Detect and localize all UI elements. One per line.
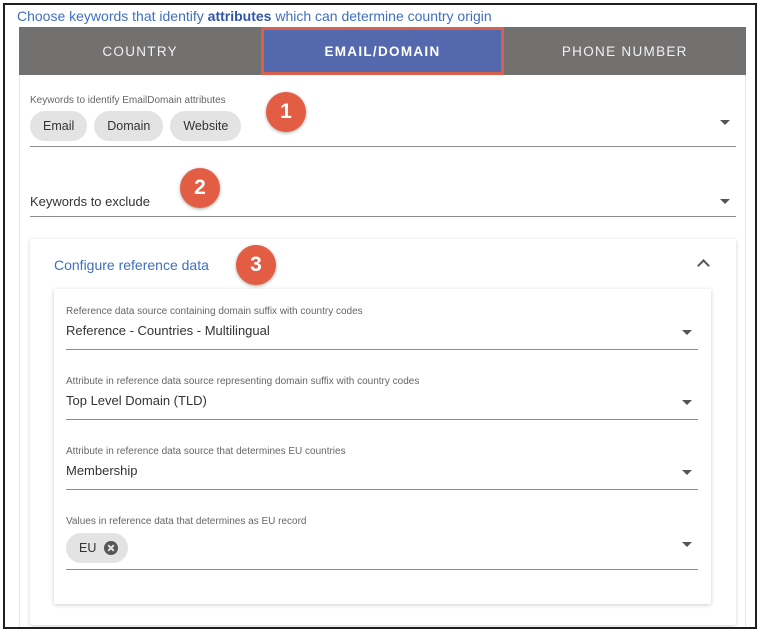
- chip-email[interactable]: Email: [30, 111, 88, 141]
- tab-bar: COUNTRY EMAIL/DOMAIN PHONE NUMBER: [19, 27, 746, 75]
- step-badge-1: 1: [266, 92, 306, 132]
- chevron-down-icon[interactable]: [682, 542, 692, 547]
- chip-eu[interactable]: EU: [66, 533, 129, 563]
- tab-email-domain[interactable]: EMAIL/DOMAIN: [261, 27, 504, 75]
- chip-eu-label: EU: [79, 541, 97, 555]
- step-badge-2: 2: [180, 168, 220, 208]
- eu-values-select[interactable]: Values in reference data that determines…: [66, 516, 698, 570]
- tab-phone-number[interactable]: PHONE NUMBER: [504, 27, 746, 75]
- chevron-up-icon[interactable]: [697, 259, 710, 272]
- app-frame: Choose keywords that identify attributes…: [3, 3, 757, 629]
- tab-country[interactable]: COUNTRY: [19, 27, 261, 75]
- exclude-select[interactable]: Keywords to exclude: [30, 175, 736, 217]
- eu-attribute-value: Membership: [66, 463, 138, 478]
- close-icon[interactable]: [104, 541, 119, 555]
- keyword-chips: Email Domain Website: [30, 111, 736, 141]
- chip-website[interactable]: Website: [170, 111, 242, 141]
- reference-source-label: Reference data source containing domain …: [66, 306, 363, 317]
- instruction-prefix: Choose keywords that identify: [17, 8, 208, 24]
- chevron-down-icon[interactable]: [682, 400, 692, 405]
- instruction-text: Choose keywords that identify attributes…: [17, 8, 492, 24]
- chevron-down-icon[interactable]: [720, 120, 730, 125]
- accordion-title[interactable]: Configure reference data: [54, 257, 209, 273]
- step-badge-3: 3: [236, 245, 276, 285]
- reference-accordion: Configure reference data 3 Reference dat…: [30, 239, 736, 625]
- eu-values-label: Values in reference data that determines…: [66, 516, 307, 527]
- keywords-select[interactable]: Keywords to identify EmailDomain attribu…: [30, 95, 736, 147]
- reference-card: Reference data source containing domain …: [54, 289, 711, 604]
- tld-attribute-select[interactable]: Attribute in reference data source repre…: [66, 376, 698, 420]
- instruction-suffix: which can determine country origin: [271, 8, 492, 24]
- chevron-down-icon[interactable]: [720, 199, 730, 204]
- chip-domain[interactable]: Domain: [94, 111, 164, 141]
- exclude-label: Keywords to exclude: [30, 194, 150, 209]
- reference-source-value: Reference - Countries - Multilingual: [66, 323, 270, 338]
- reference-source-select[interactable]: Reference data source containing domain …: [66, 306, 698, 350]
- chevron-down-icon[interactable]: [682, 330, 692, 335]
- keywords-label: Keywords to identify EmailDomain attribu…: [30, 95, 226, 106]
- eu-attribute-label: Attribute in reference data source that …: [66, 446, 346, 457]
- tab-panel: Keywords to identify EmailDomain attribu…: [19, 75, 746, 627]
- eu-attribute-select[interactable]: Attribute in reference data source that …: [66, 446, 698, 490]
- tld-attribute-value: Top Level Domain (TLD): [66, 393, 207, 408]
- tld-attribute-label: Attribute in reference data source repre…: [66, 376, 420, 387]
- instruction-emphasis: attributes: [207, 8, 272, 24]
- chevron-down-icon[interactable]: [682, 470, 692, 475]
